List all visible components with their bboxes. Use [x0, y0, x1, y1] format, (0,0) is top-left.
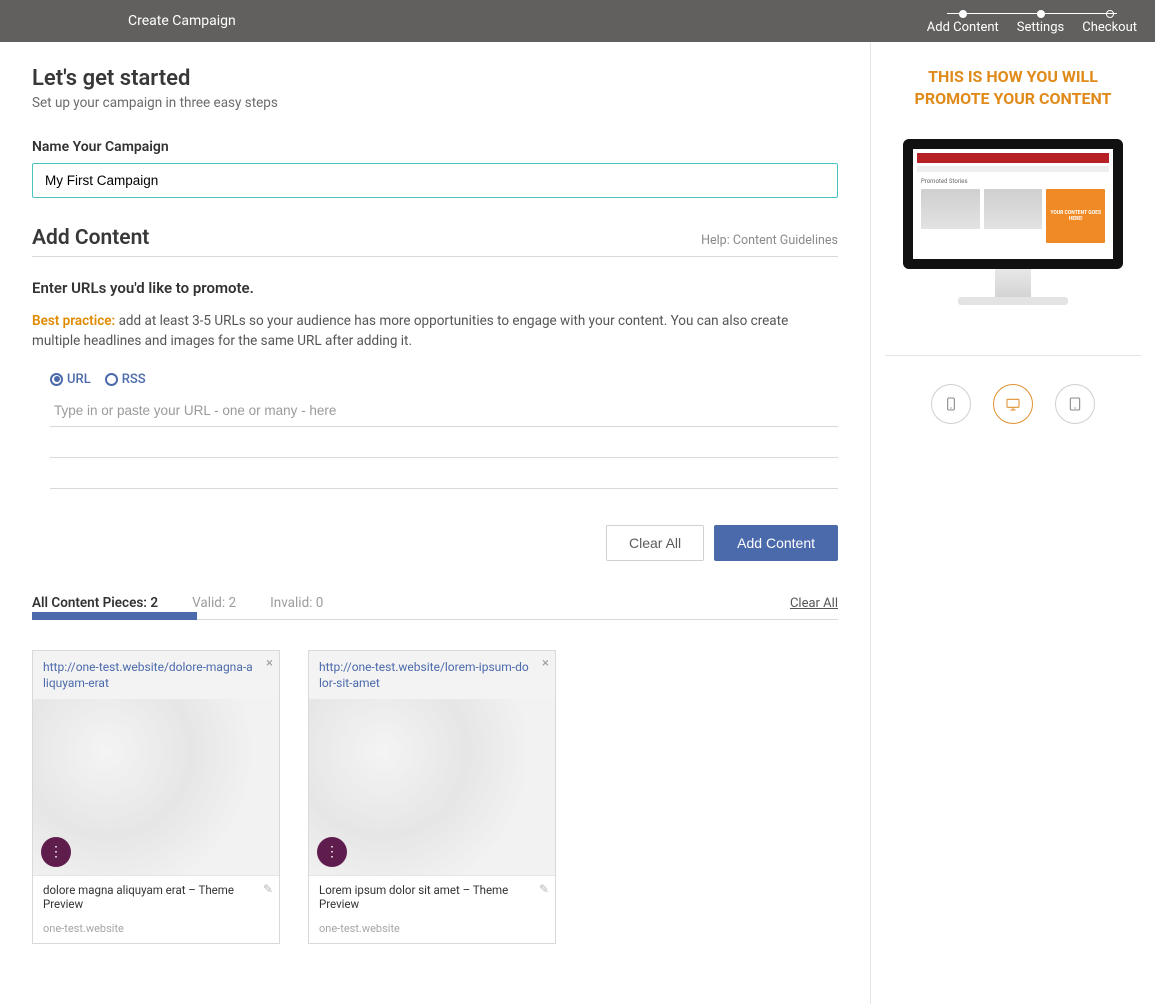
preview-monitor: Promoted Stories YOUR CONTENT GOES HERE!: [903, 139, 1123, 305]
card-url[interactable]: http://one-test.website/dolore-magna-ali…: [33, 651, 279, 699]
preview-promo-highlight: YOUR CONTENT GOES HERE!: [1046, 189, 1105, 243]
desktop-icon: [1005, 396, 1021, 412]
add-content-heading: Add Content: [32, 226, 149, 250]
intro-sub: Set up your campaign in three easy steps: [32, 95, 838, 111]
preview-heading: THIS IS HOW YOU WILL PROMOTE YOUR CONTEN…: [889, 66, 1137, 109]
progress-steps: Add Content Settings Checkout: [927, 8, 1137, 35]
top-bar: Create Campaign Add Content Settings Che…: [0, 0, 1155, 42]
radio-rss-label: RSS: [122, 372, 146, 387]
card-url-text: http://one-test.website/lorem-ipsum-dolo…: [319, 660, 529, 690]
radio-url[interactable]: URL: [50, 372, 91, 387]
enter-urls-label: Enter URLs you'd like to promote.: [32, 279, 838, 297]
card-url-text: http://one-test.website/dolore-magna-ali…: [43, 660, 253, 690]
device-mobile-button[interactable]: [931, 384, 971, 424]
card-title: Lorem ipsum dolor sit amet – Theme Previ…: [319, 883, 508, 911]
kebab-icon: ⋮: [49, 844, 63, 860]
card-image: ⋮: [33, 699, 279, 875]
step-label: Settings: [1017, 20, 1064, 35]
main-panel: Let's get started Set up your campaign i…: [0, 42, 870, 1004]
card-domain: one-test.website: [33, 918, 279, 943]
campaign-name-input[interactable]: [32, 163, 838, 198]
device-desktop-button[interactable]: [993, 384, 1033, 424]
help-content-guidelines-link[interactable]: Help: Content Guidelines: [701, 233, 838, 248]
edit-icon[interactable]: ✎: [263, 882, 273, 896]
page-title: Create Campaign: [128, 13, 236, 29]
tablet-icon: [1067, 396, 1083, 412]
tab-valid[interactable]: Valid: 2: [192, 595, 236, 619]
card-url[interactable]: http://one-test.website/lorem-ipsum-dolo…: [309, 651, 555, 699]
card-domain: one-test.website: [309, 918, 555, 943]
tab-label: All Content Pieces:: [32, 595, 150, 611]
tab-invalid[interactable]: Invalid: 0: [270, 595, 323, 619]
card-menu-button[interactable]: ⋮: [41, 837, 71, 867]
url-input[interactable]: [50, 395, 838, 427]
kebab-icon: ⋮: [325, 844, 339, 860]
content-tabs: All Content Pieces: 2 Valid: 2 Invalid: …: [32, 595, 838, 620]
radio-circle-icon: [105, 373, 118, 386]
best-practice-text: Best practice: add at least 3-5 URLs so …: [32, 311, 838, 352]
device-tablet-button[interactable]: [1055, 384, 1095, 424]
step-label: Add Content: [927, 20, 999, 35]
content-card: http://one-test.website/lorem-ipsum-dolo…: [308, 650, 556, 944]
best-practice-body: add at least 3-5 URLs so your audience h…: [32, 313, 788, 349]
step-label: Checkout: [1082, 20, 1137, 35]
preview-screen-label: Promoted Stories: [921, 178, 1105, 185]
clear-all-link[interactable]: Clear All: [790, 596, 838, 619]
tab-count: 2: [150, 595, 158, 611]
card-title: dolore magna aliquyam erat – Theme Previ…: [43, 883, 234, 911]
content-card: http://one-test.website/dolore-magna-ali…: [32, 650, 280, 944]
radio-url-label: URL: [67, 372, 91, 387]
campaign-name-label: Name Your Campaign: [32, 139, 838, 155]
preview-panel: THIS IS HOW YOU WILL PROMOTE YOUR CONTEN…: [870, 42, 1155, 1004]
clear-all-button[interactable]: Clear All: [606, 525, 704, 561]
card-menu-button[interactable]: ⋮: [317, 837, 347, 867]
close-icon[interactable]: ×: [542, 655, 549, 673]
mobile-icon: [943, 396, 959, 412]
card-image: ⋮: [309, 699, 555, 875]
best-practice-label: Best practice:: [32, 313, 115, 329]
intro-heading: Let's get started: [32, 66, 838, 91]
edit-icon[interactable]: ✎: [539, 882, 549, 896]
radio-circle-icon: [50, 373, 63, 386]
close-icon[interactable]: ×: [266, 655, 273, 673]
add-content-button[interactable]: Add Content: [714, 525, 838, 561]
radio-rss[interactable]: RSS: [105, 372, 146, 387]
